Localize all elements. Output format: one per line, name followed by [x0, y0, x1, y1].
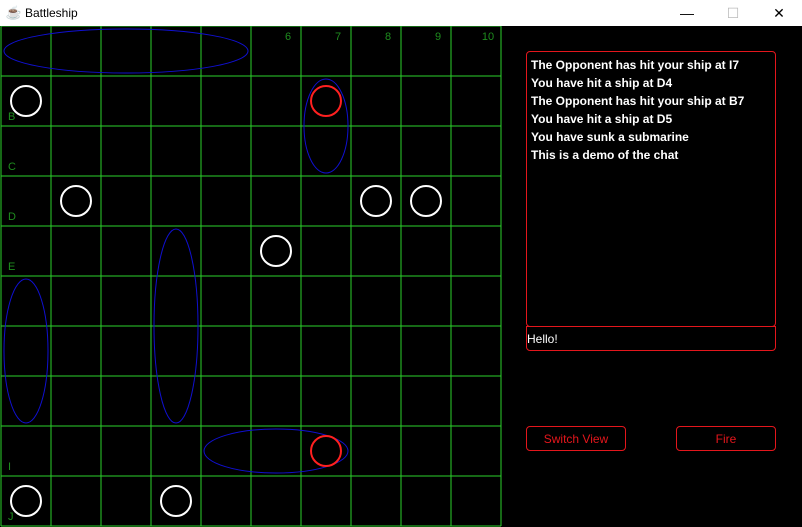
close-icon: ✕	[773, 4, 785, 21]
maximize-icon: ☐	[726, 4, 740, 21]
row-label: C	[8, 161, 16, 173]
miss-marker	[410, 185, 442, 217]
row-label: I	[8, 461, 11, 473]
miss-marker	[360, 185, 392, 217]
miss-marker	[260, 235, 292, 267]
title-bar: ☕ Battleship — ☐ ✕	[0, 0, 802, 26]
log-message: This is a demo of the chat	[531, 148, 679, 162]
hit-marker	[310, 435, 342, 467]
log-message: You have hit a ship at D5	[531, 112, 673, 126]
window-title: Battleship	[25, 6, 78, 20]
hit-marker	[310, 85, 342, 117]
row-label: E	[8, 261, 15, 273]
log-message: You have hit a ship at D4	[531, 76, 673, 90]
miss-marker	[60, 185, 92, 217]
row-label: J	[8, 511, 14, 523]
column-label: 6	[285, 31, 291, 43]
log-message: You have sunk a submarine	[531, 130, 689, 144]
column-label: 8	[385, 31, 391, 43]
column-label: 9	[435, 31, 441, 43]
board-grid	[0, 26, 502, 527]
fire-button[interactable]: Fire	[676, 426, 776, 451]
log-message: The Opponent has hit your ship at B7	[531, 94, 745, 108]
board-canvas[interactable]: 6 7 8 9 10 B C D E I J	[0, 26, 502, 527]
switch-view-button[interactable]: Switch View	[526, 426, 626, 451]
log-message: The Opponent has hit your ship at I7	[531, 58, 740, 72]
game-board[interactable]: 6 7 8 9 10 B C D E I J	[0, 26, 502, 527]
java-cup-icon: ☕	[5, 5, 23, 20]
miss-marker	[160, 485, 192, 517]
maximize-button[interactable]: ☐	[710, 0, 756, 26]
minimize-button[interactable]: —	[664, 0, 710, 26]
chat-input[interactable]	[526, 326, 776, 351]
ship-cruiser	[3, 278, 49, 424]
message-log: The Opponent has hit your ship at I7 You …	[526, 51, 776, 327]
column-label: 7	[335, 31, 341, 43]
miss-marker	[10, 85, 42, 117]
close-button[interactable]: ✕	[756, 0, 802, 26]
row-label: B	[8, 111, 15, 123]
minimize-icon: —	[680, 5, 694, 21]
ship-carrier	[3, 28, 249, 74]
column-label: 10	[482, 31, 494, 43]
miss-marker	[10, 485, 42, 517]
row-label: D	[8, 211, 16, 223]
